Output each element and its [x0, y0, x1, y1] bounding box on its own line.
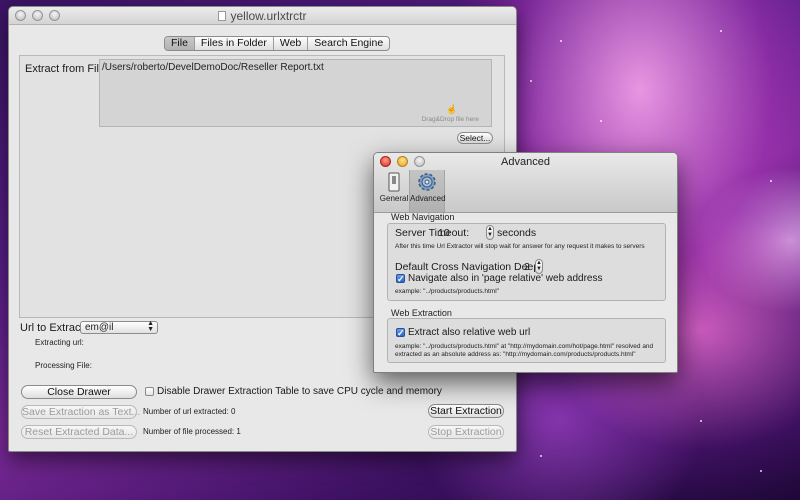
window-title: yellow.urlxtrctr	[9, 9, 516, 23]
timeout-note: After this time Url Extractor will stop …	[395, 243, 645, 250]
navigation-example: example: "../products/products.html"	[395, 288, 499, 295]
tab-web[interactable]: Web	[274, 37, 309, 50]
url-extracted-count: Number of url extracted: 0	[143, 407, 236, 416]
main-titlebar[interactable]: yellow.urlxtrctr	[9, 7, 516, 25]
switch-icon	[388, 172, 400, 192]
source-tabs: File Files in Folder Web Search Engine	[164, 36, 391, 51]
navigate-relative-label: Navigate also in 'page relative' web add…	[408, 273, 603, 284]
extraction-example-line1: example: "../products/products.html" at …	[395, 343, 654, 350]
cross-navigation-stepper[interactable]: ▲ ▼	[535, 259, 543, 274]
reset-extracted-button[interactable]: Reset Extracted Data...	[21, 425, 137, 439]
gear-icon	[418, 173, 436, 191]
close-drawer-button[interactable]: Close Drawer	[21, 385, 137, 399]
extract-from-file-label: Extract from File:	[25, 63, 109, 75]
extracting-url-label: Extracting url:	[35, 338, 84, 347]
web-navigation-title: Web Navigation	[391, 212, 455, 222]
advanced-title: Advanced	[501, 156, 550, 168]
advanced-window: Advanced General Advanced Web Navigation…	[373, 152, 678, 373]
cross-navigation-label: Default Cross Navigation Deep:	[395, 261, 543, 273]
url-to-extract-value: em@il	[85, 322, 114, 333]
url-to-extract-label: Url to Extract:	[20, 322, 87, 334]
disable-drawer-checkbox[interactable]	[145, 387, 154, 396]
web-extraction-group: ✓ Extract also relative web url example:…	[387, 318, 666, 363]
start-extraction-button[interactable]: Start Extraction	[428, 404, 504, 418]
hand-pointer-icon: ☝	[446, 104, 458, 114]
web-navigation-group: Server Timeout: 10 ▲ ▼ seconds After this…	[387, 223, 666, 301]
cross-navigation-value[interactable]: 2	[524, 261, 530, 273]
document-icon	[218, 11, 227, 21]
navigate-relative-checkbox[interactable]: ✓	[396, 274, 405, 284]
tab-files-in-folder[interactable]: Files in Folder	[195, 37, 274, 50]
web-extraction-title: Web Extraction	[391, 308, 452, 318]
save-extraction-button[interactable]: Save Extraction as Text...	[21, 405, 140, 419]
popup-arrows-icon: ▲ ▼	[147, 320, 154, 333]
extraction-example-line2: extracted as an absolute address as: "ht…	[395, 351, 636, 358]
toolbar-advanced-label: Advanced	[410, 194, 446, 203]
select-file-button[interactable]: Select...	[457, 132, 493, 144]
extract-relative-checkbox[interactable]: ✓	[396, 328, 405, 338]
toolbar-general-label: General	[379, 194, 409, 203]
server-timeout-label: Server Timeout:	[395, 227, 470, 239]
seconds-label: seconds	[497, 227, 537, 239]
extract-relative-label: Extract also relative web url	[408, 327, 531, 338]
file-processed-count: Number of file processed: 1	[143, 427, 241, 436]
advanced-titlebar[interactable]: Advanced General Advanced	[374, 153, 677, 213]
file-path: /Users/roberto/DevelDemoDoc/Reseller Rep…	[102, 62, 324, 73]
server-timeout-stepper[interactable]: ▲ ▼	[486, 225, 494, 240]
url-to-extract-select[interactable]: em@il ▲ ▼	[80, 320, 158, 334]
disable-drawer-label: Disable Drawer Extraction Table to save …	[157, 386, 442, 397]
file-drop-area[interactable]: /Users/roberto/DevelDemoDoc/Reseller Rep…	[99, 59, 492, 127]
toolbar-advanced[interactable]: Advanced	[409, 170, 446, 212]
toolbar-general[interactable]: General	[376, 170, 412, 203]
stop-extraction-button[interactable]: Stop Extraction	[428, 425, 504, 439]
window-title-text: yellow.urlxtrctr	[230, 9, 307, 23]
tab-search-engine[interactable]: Search Engine	[308, 37, 389, 50]
server-timeout-value[interactable]: 10	[438, 227, 450, 239]
drop-hint: Drag&Drop file here	[421, 116, 479, 123]
tab-file[interactable]: File	[165, 37, 195, 50]
processing-file-label: Processing File:	[35, 361, 92, 370]
